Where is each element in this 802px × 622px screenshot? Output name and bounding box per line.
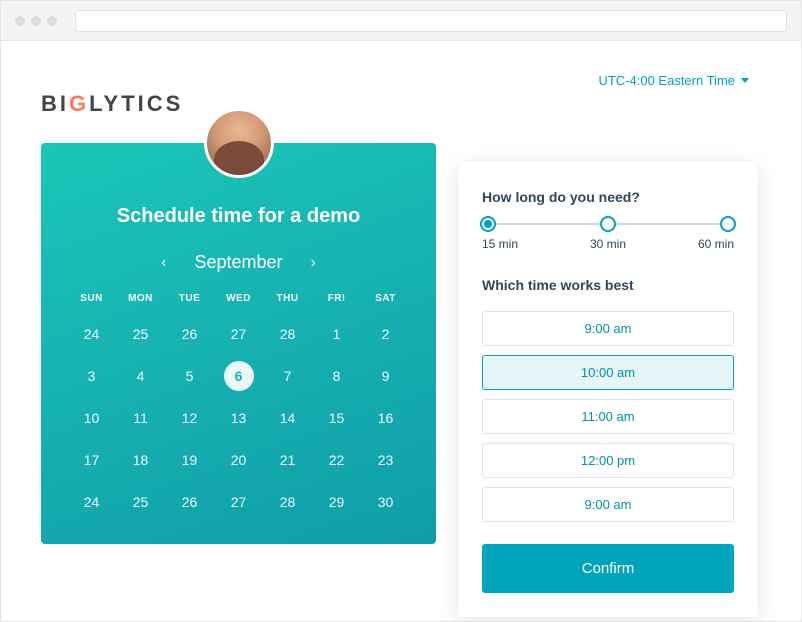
duration-node-15[interactable] [480, 216, 496, 232]
calendar-day[interactable]: 16 [361, 406, 410, 430]
time-slot[interactable]: 11:00 am [482, 399, 734, 434]
window-dot-icon [47, 16, 57, 26]
calendar-day[interactable]: 4 [116, 364, 165, 388]
calendar-card: Schedule time for a demo ‹ September › S… [41, 143, 436, 544]
calendar-day[interactable]: 14 [263, 406, 312, 430]
time-question: Which time works best [482, 277, 734, 293]
calendar-title: Schedule time for a demo [67, 205, 410, 228]
month-navigator: ‹ September › [67, 252, 410, 273]
duration-node-30[interactable] [600, 216, 616, 232]
duration-label: 15 min [482, 237, 518, 251]
calendar-day[interactable]: 27 [214, 490, 263, 514]
page-content: UTC-4:00 Eastern Time BIGLYTICS Schedule… [1, 41, 801, 621]
calendar-day[interactable]: 18 [116, 448, 165, 472]
time-slot-list: 9:00 am 10:00 am 11:00 am 12:00 pm 9:00 am [482, 311, 734, 522]
calendar-day[interactable]: 24 [67, 490, 116, 514]
time-slot[interactable]: 9:00 am [482, 311, 734, 346]
calendar-day[interactable]: 21 [263, 448, 312, 472]
calendar-day[interactable]: 8 [312, 364, 361, 388]
caret-down-icon [741, 78, 749, 83]
calendar-day[interactable]: 17 [67, 448, 116, 472]
time-slot[interactable]: 9:00 am [482, 487, 734, 522]
duration-question: How long do you need? [482, 189, 734, 205]
calendar-day[interactable]: 10 [67, 406, 116, 430]
window-dot-icon [31, 16, 41, 26]
calendar-day[interactable]: 26 [165, 490, 214, 514]
browser-title-bar [1, 1, 801, 41]
calendar-day[interactable]: 25 [116, 322, 165, 346]
calendar-day[interactable]: 6 [214, 364, 263, 388]
calendar-day[interactable]: 11 [116, 406, 165, 430]
calendar-day[interactable]: 23 [361, 448, 410, 472]
calendar-day[interactable]: 9 [361, 364, 410, 388]
calendar-day[interactable]: 24 [67, 322, 116, 346]
duration-label: 30 min [590, 237, 626, 251]
avatar [204, 108, 274, 178]
calendar-weekday: FRI [312, 293, 361, 304]
time-slot[interactable]: 12:00 pm [482, 443, 734, 478]
calendar-day[interactable]: 15 [312, 406, 361, 430]
calendar-day[interactable]: 5 [165, 364, 214, 388]
calendar-day[interactable]: 29 [312, 490, 361, 514]
window-dot-icon [15, 16, 25, 26]
calendar-day[interactable]: 28 [263, 322, 312, 346]
calendar-day[interactable]: 7 [263, 364, 312, 388]
calendar-weekday: MON [116, 293, 165, 304]
calendar-day[interactable]: 12 [165, 406, 214, 430]
chevron-right-icon[interactable]: › [311, 254, 316, 272]
calendar-day[interactable]: 1 [312, 322, 361, 346]
calendar-day[interactable]: 26 [165, 322, 214, 346]
logo-part: LYTICS [89, 91, 183, 116]
confirm-button[interactable]: Confirm [482, 544, 734, 593]
calendar-day[interactable]: 20 [214, 448, 263, 472]
calendar-weekday: THU [263, 293, 312, 304]
month-label: September [194, 252, 282, 273]
calendar-day[interactable]: 3 [67, 364, 116, 388]
calendar-day[interactable]: 27 [214, 322, 263, 346]
chevron-left-icon[interactable]: ‹ [161, 254, 166, 272]
calendar-day[interactable]: 22 [312, 448, 361, 472]
duration-labels: 15 min 30 min 60 min [482, 237, 734, 251]
url-bar[interactable] [75, 10, 787, 32]
calendar-day[interactable]: 28 [263, 490, 312, 514]
logo-accent: G [69, 91, 89, 116]
timezone-selector[interactable]: UTC-4:00 Eastern Time [598, 73, 749, 88]
timezone-label: UTC-4:00 Eastern Time [598, 73, 735, 88]
calendar-day[interactable]: 30 [361, 490, 410, 514]
duration-slider[interactable] [488, 223, 728, 225]
calendar-day[interactable]: 19 [165, 448, 214, 472]
browser-frame: UTC-4:00 Eastern Time BIGLYTICS Schedule… [0, 0, 802, 622]
calendar-day[interactable]: 25 [116, 490, 165, 514]
calendar-day[interactable]: 2 [361, 322, 410, 346]
logo-part: BI [41, 91, 69, 116]
calendar-grid: SUNMONTUEWEDTHUFRISAT2425262728123456789… [67, 293, 410, 514]
calendar-day[interactable]: 13 [214, 406, 263, 430]
calendar-weekday: WED [214, 293, 263, 304]
window-controls [15, 16, 57, 26]
duration-node-60[interactable] [720, 216, 736, 232]
time-slot[interactable]: 10:00 am [482, 355, 734, 390]
calendar-weekday: SUN [67, 293, 116, 304]
duration-label: 60 min [698, 237, 734, 251]
calendar-weekday: SAT [361, 293, 410, 304]
time-picker-card: How long do you need? 15 min 30 min 60 m… [458, 161, 758, 617]
calendar-weekday: TUE [165, 293, 214, 304]
